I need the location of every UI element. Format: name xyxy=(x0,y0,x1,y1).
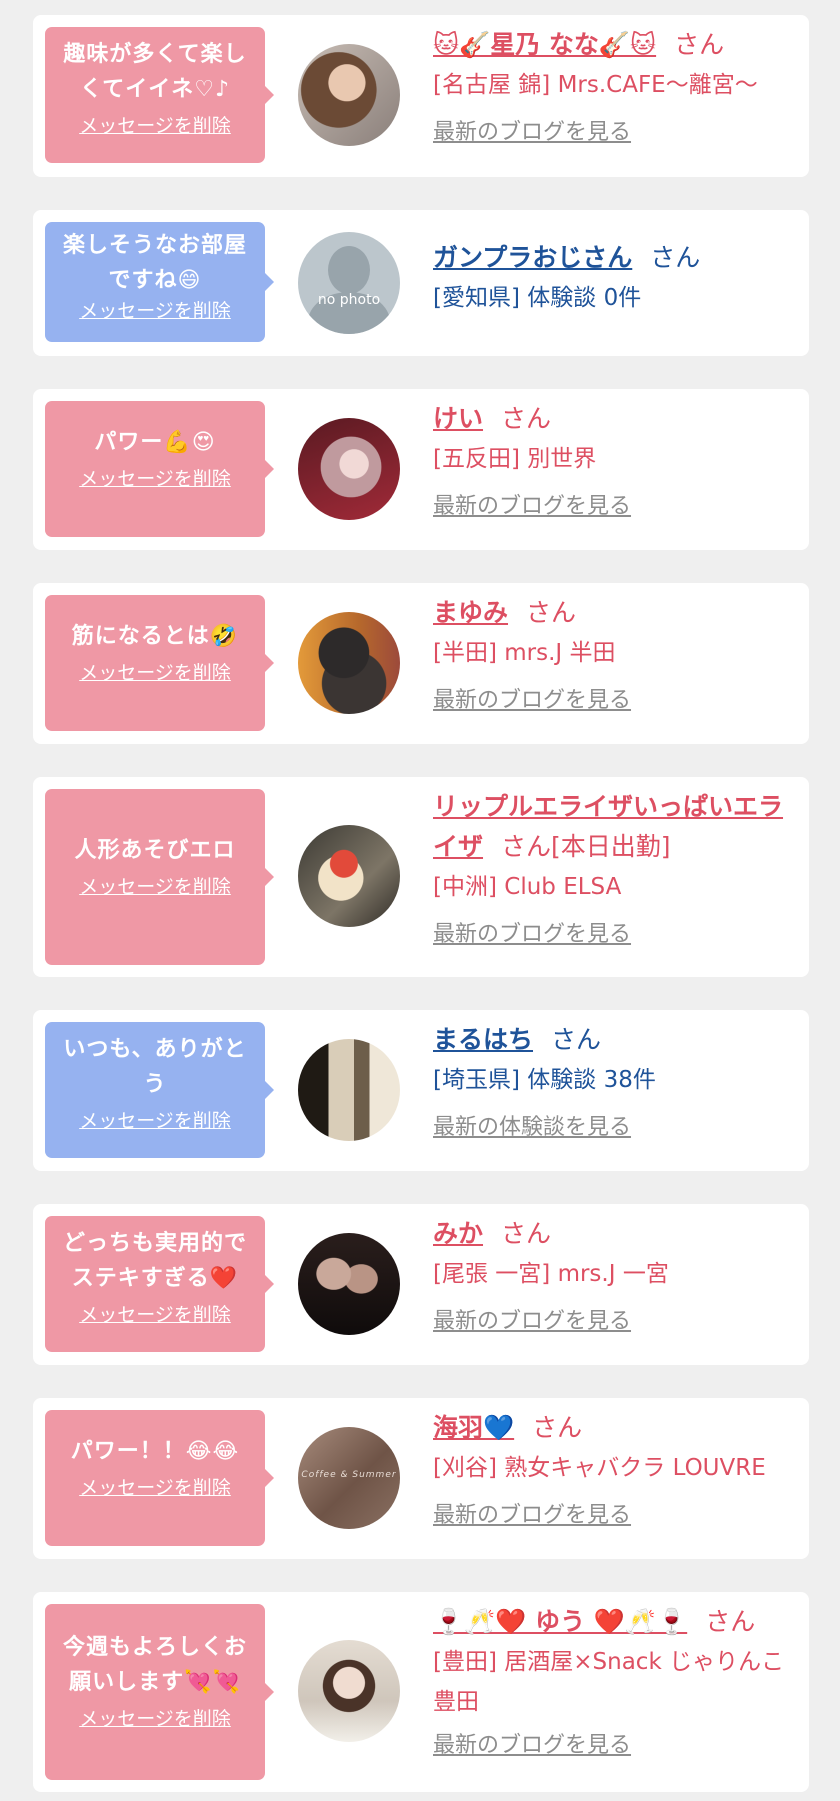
list-item: パワー！！😂😂 メッセージを削除 Coffee & Summer 海羽💙 さん [… xyxy=(33,1398,809,1559)
avatar[interactable]: Coffee & Summer xyxy=(298,1427,400,1529)
honorific: さん xyxy=(551,1025,602,1054)
delete-message-link[interactable]: メッセージを削除 xyxy=(79,1475,231,1501)
delete-message-link[interactable]: メッセージを削除 xyxy=(79,874,231,900)
shop-label: [刈谷] 熟女キャバクラ LOUVRE xyxy=(433,1455,766,1481)
list-item: パワー💪😍 メッセージを削除 けい さん [五反田] 別世界 最新のブログを見る xyxy=(33,389,809,550)
message-bubble: 趣味が多くて楽しくてイイネ♡♪ メッセージを削除 xyxy=(45,27,274,163)
honorific: さん xyxy=(650,243,701,272)
shop-label: [五反田] 別世界 xyxy=(433,446,597,472)
honorific: さん xyxy=(501,1219,552,1248)
message-bubble: 楽しそうなお部屋ですね😄 メッセージを削除 xyxy=(45,222,274,342)
message-text: パワー💪😍 xyxy=(94,430,216,455)
shop-label: [愛知県] 体験談 0件 xyxy=(433,285,642,311)
person-silhouette-icon xyxy=(328,246,370,294)
latest-blog-link[interactable]: 最新のブログを見る xyxy=(433,113,631,153)
avatar[interactable]: no photo xyxy=(298,232,400,334)
honorific: さん xyxy=(532,1413,583,1442)
avatar[interactable] xyxy=(298,612,400,714)
avatar[interactable] xyxy=(298,1640,400,1742)
shop-label: [埼玉県] 体験談 38件 xyxy=(433,1067,656,1093)
user-name-link[interactable]: 🍷🥂❤️ ゆう ❤️🥂🍷 xyxy=(433,1607,687,1636)
user-name-link[interactable]: まゆみ xyxy=(433,598,508,627)
list-item: 今週もよろしくお願いします💘💘 メッセージを削除 🍷🥂❤️ ゆう ❤️🥂🍷 さん … xyxy=(33,1592,809,1792)
shop-label: [尾張 一宮] mrs.J 一宮 xyxy=(433,1261,669,1287)
user-name-link[interactable]: みか xyxy=(433,1219,483,1248)
delete-message-link[interactable]: メッセージを削除 xyxy=(79,298,231,324)
latest-blog-link[interactable]: 最新のブログを見る xyxy=(433,915,631,955)
list-item: 人形あそびエロ メッセージを削除 リップルエライザいっぱいエライザ さん[本日出勤… xyxy=(33,777,809,977)
shop-label: [半田] mrs.J 半田 xyxy=(433,640,616,666)
shop-label: [豊田] 居酒屋×Snack じゃりんこ豊田 xyxy=(433,1649,785,1715)
message-text: いつも、ありがとう xyxy=(63,1037,247,1097)
delete-message-link[interactable]: メッセージを削除 xyxy=(79,1706,231,1732)
delete-message-link[interactable]: メッセージを削除 xyxy=(79,466,231,492)
avatar[interactable] xyxy=(298,825,400,927)
shop-label: [中洲] Club ELSA xyxy=(433,874,622,900)
delete-message-link[interactable]: メッセージを削除 xyxy=(79,1302,231,1328)
delete-message-link[interactable]: メッセージを削除 xyxy=(79,113,231,139)
message-bubble: いつも、ありがとう メッセージを削除 xyxy=(45,1022,274,1158)
message-bubble: 人形あそびエロ メッセージを削除 xyxy=(45,789,274,965)
latest-blog-link[interactable]: 最新のブログを見る xyxy=(433,1726,631,1766)
message-list: 趣味が多くて楽しくてイイネ♡♪ メッセージを削除 🐱🎸星乃 なな🎸🐱 さん [名古… xyxy=(0,0,840,1792)
message-bubble: パワー💪😍 メッセージを削除 xyxy=(45,401,274,537)
latest-blog-link[interactable]: 最新のブログを見る xyxy=(433,1302,631,1342)
avatar[interactable] xyxy=(298,44,400,146)
delete-message-link[interactable]: メッセージを削除 xyxy=(79,1108,231,1134)
honorific: さん xyxy=(705,1607,756,1636)
honorific: さん xyxy=(674,30,725,59)
list-item: 筋になるとは🤣 メッセージを削除 まゆみ さん [半田] mrs.J 半田 最新の… xyxy=(33,583,809,744)
user-name-link[interactable]: 海羽💙 xyxy=(433,1413,514,1442)
honorific: さん[本日出勤] xyxy=(501,832,671,861)
user-name-link[interactable]: けい xyxy=(433,404,483,433)
message-text: 楽しそうなお部屋ですね😄 xyxy=(62,233,247,293)
avatar[interactable] xyxy=(298,1039,400,1141)
avatar[interactable] xyxy=(298,418,400,520)
no-photo-label: no photo xyxy=(317,292,381,308)
message-bubble: パワー！！😂😂 メッセージを削除 xyxy=(45,1410,274,1546)
message-bubble: どっちも実用的でステキすぎる❤️ メッセージを削除 xyxy=(45,1216,274,1352)
message-text: 人形あそびエロ xyxy=(74,838,236,863)
user-name-link[interactable]: 🐱🎸星乃 なな🎸🐱 xyxy=(433,30,656,59)
message-text: どっちも実用的でステキすぎる❤️ xyxy=(62,1231,247,1291)
delete-message-link[interactable]: メッセージを削除 xyxy=(79,660,231,686)
list-item: いつも、ありがとう メッセージを削除 まるはち さん [埼玉県] 体験談 38件 … xyxy=(33,1010,809,1171)
avatar[interactable] xyxy=(298,1233,400,1335)
latest-blog-link[interactable]: 最新のブログを見る xyxy=(433,681,631,721)
message-bubble: 筋になるとは🤣 メッセージを削除 xyxy=(45,595,274,731)
latest-blog-link[interactable]: 最新のブログを見る xyxy=(433,1496,631,1536)
shop-label: [名古屋 錦] Mrs.CAFE〜離宮〜 xyxy=(433,72,758,98)
honorific: さん xyxy=(501,404,552,433)
message-text: 筋になるとは🤣 xyxy=(71,624,239,649)
message-text: 今週もよろしくお願いします💘💘 xyxy=(62,1635,247,1695)
latest-blog-link[interactable]: 最新のブログを見る xyxy=(433,487,631,527)
list-item: どっちも実用的でステキすぎる❤️ メッセージを削除 みか さん [尾張 一宮] m… xyxy=(33,1204,809,1365)
latest-experience-link[interactable]: 最新の体験談を見る xyxy=(433,1108,631,1148)
honorific: さん xyxy=(526,598,577,627)
avatar-caption: Coffee & Summer xyxy=(301,1470,397,1480)
user-name-link[interactable]: まるはち xyxy=(433,1025,533,1054)
message-text: 趣味が多くて楽しくてイイネ♡♪ xyxy=(63,42,247,102)
message-text: パワー！！😂😂 xyxy=(70,1439,240,1464)
message-bubble: 今週もよろしくお願いします💘💘 メッセージを削除 xyxy=(45,1604,274,1780)
user-name-link[interactable]: ガンプラおじさん xyxy=(433,243,632,272)
list-item: 楽しそうなお部屋ですね😄 メッセージを削除 no photo ガンプラおじさんさ… xyxy=(33,210,809,356)
list-item: 趣味が多くて楽しくてイイネ♡♪ メッセージを削除 🐱🎸星乃 なな🎸🐱 さん [名古… xyxy=(33,15,809,177)
